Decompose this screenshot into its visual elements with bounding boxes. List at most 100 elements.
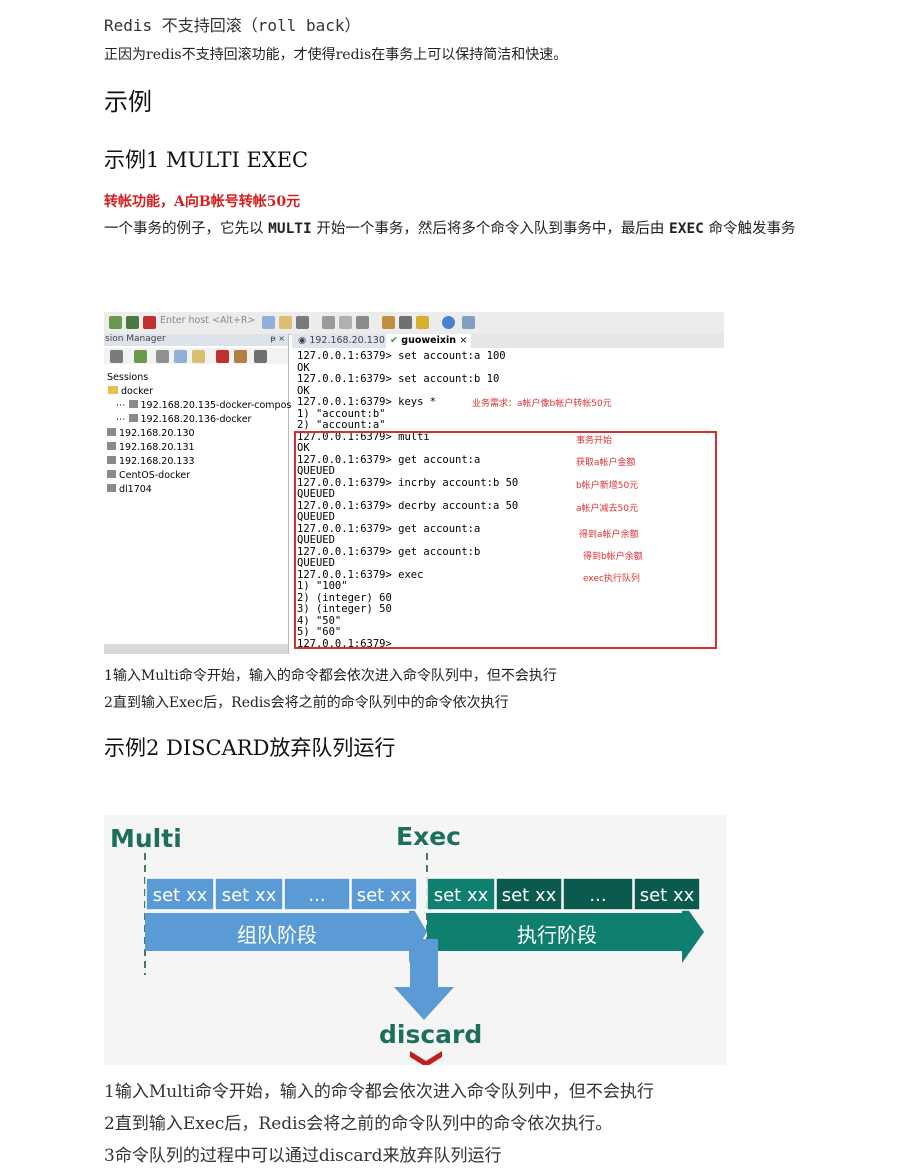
tab-192-168-20-130[interactable]: ◉ 192.168.20.130	[294, 334, 389, 348]
cut-icon[interactable]	[156, 350, 169, 363]
connect-icon[interactable]	[126, 316, 139, 329]
example2-heading: 示例2 DISCARD放弃队列运行	[104, 736, 396, 760]
exec-cell-label: set xx	[501, 885, 557, 906]
terminal-line: 127.0.0.1:6379> keys *	[297, 396, 437, 408]
tree-session[interactable]: 192.168.20.133	[107, 456, 195, 467]
delete-icon[interactable]	[216, 350, 229, 363]
print-setup-icon[interactable]	[356, 316, 369, 329]
desc-part: 命令触发事务	[703, 221, 796, 237]
connect-icon[interactable]	[110, 350, 123, 363]
annotation-requirement: 业务需求：a帐户像b帐户转帐50元	[472, 399, 612, 409]
tree-label: 192.168.20.131	[119, 442, 195, 453]
tree-session[interactable]: dl1704	[107, 484, 152, 495]
note-2: 2直到输入Exec后，Redis会将之前的命令队列中的命令依次执行	[104, 695, 509, 711]
terminal-line: 127.0.0.1:6379> set account:a 100	[297, 350, 506, 362]
copy-icon[interactable]	[174, 350, 187, 363]
session-icon	[107, 470, 116, 478]
tree-folder-docker[interactable]: docker	[108, 386, 153, 397]
terminal-line: 1) "account:b"	[297, 408, 386, 420]
multi-keyword: MULTI	[268, 221, 312, 237]
exec-cell-label: set xx	[433, 885, 489, 906]
panel-scrollbar[interactable]	[104, 644, 288, 654]
terminal-line: 2) "account:a"	[297, 419, 386, 431]
note-1: 1输入Multi命令开始，输入的命令都会依次进入命令队列中，但不会执行	[104, 668, 557, 684]
tab-guoweixin[interactable]: ✔ guoweixin ×	[386, 334, 472, 348]
check-icon: ✔	[390, 335, 398, 346]
desc-part: 开始一个事务，然后将多个命令入队到事务中，最后由	[311, 221, 669, 237]
rollback-description: 正因为redis不支持回滚功能，才使得redis在事务上可以保持简洁和快速。	[104, 47, 568, 63]
paste-icon[interactable]	[192, 350, 205, 363]
session-icon	[128, 400, 138, 408]
properties-icon[interactable]	[322, 316, 335, 329]
panel-title: sion Manager	[105, 334, 166, 344]
exec-label: Exec	[396, 822, 461, 851]
tree-session[interactable]: ⋯ 192.168.20.135-docker-compose	[116, 400, 297, 411]
highlight-box	[294, 431, 717, 649]
chevron-down-icon	[410, 1051, 442, 1065]
tree-label: 192.168.20.133	[119, 456, 195, 467]
exec-keyword: EXEC	[668, 221, 704, 237]
tree-session[interactable]: ⋯ 192.168.20.136-docker	[116, 414, 251, 425]
panel-toolbar	[104, 348, 288, 364]
tools-icon[interactable]	[399, 316, 412, 329]
tab-label: guoweixin	[401, 335, 456, 346]
disconnect-icon[interactable]	[143, 316, 156, 329]
new-icon[interactable]	[134, 350, 147, 363]
copy-icon[interactable]	[262, 316, 275, 329]
session-icon	[107, 456, 116, 464]
session-icon	[107, 442, 116, 450]
multi-label: Multi	[110, 824, 182, 853]
example1-description: 一个事务的例子，它先以 MULTI 开始一个事务，然后将多个命令入队到事务中，最…	[104, 216, 824, 243]
panel-pin-close[interactable]: ᵽ ×	[270, 334, 285, 343]
queue-cell-label: set xx	[221, 885, 277, 906]
session-tabs: ◉ 192.168.20.130 ✔ guoweixin ×	[292, 334, 724, 348]
key-icon[interactable]	[416, 316, 429, 329]
transaction-diagram: Multi Exec set xx set xx ... set xx set …	[104, 815, 726, 1065]
exec-cell-label: ...	[589, 885, 607, 906]
paste-icon[interactable]	[279, 316, 292, 329]
examples-heading: 示例	[104, 88, 152, 116]
options-icon[interactable]	[382, 316, 395, 329]
desc-part: 一个事务的例子，它先以	[104, 221, 269, 237]
tree-label: docker	[121, 386, 153, 397]
host-input[interactable]: Enter host <Alt+R>	[160, 315, 256, 329]
final-note-1: 1输入Multi命令开始，输入的命令都会依次进入命令队列中，但不会执行	[104, 1082, 654, 1102]
terminal-line: OK	[297, 362, 310, 374]
print-icon[interactable]	[339, 316, 352, 329]
session-icon	[107, 428, 116, 436]
terminal-line: 127.0.0.1:6379> set account:b 10	[297, 373, 500, 385]
example1-heading: 示例1 MULTI EXEC	[104, 148, 309, 172]
queue-phase-label: 组队阶段	[237, 923, 317, 947]
discard-label: discard	[379, 1020, 483, 1049]
session-icon	[107, 484, 116, 492]
find-icon[interactable]	[254, 350, 267, 363]
properties-icon[interactable]	[234, 350, 247, 363]
terminal-line: OK	[297, 385, 310, 397]
session-manager-panel: sion Manager ᵽ × Sessions docker ⋯ 192.16…	[104, 334, 297, 654]
tree-session[interactable]: 192.168.20.131	[107, 442, 195, 453]
find-icon[interactable]	[296, 316, 309, 329]
tree-session[interactable]: 192.168.20.130	[107, 428, 195, 439]
exec-cell-label: set xx	[639, 885, 695, 906]
queue-cell-label: set xx	[356, 885, 412, 906]
final-note-3: 3命令队列的过程中可以通过discard来放弃队列运行	[104, 1146, 502, 1166]
sessions-root[interactable]: Sessions	[107, 372, 148, 383]
queue-cell-label: ...	[308, 885, 326, 906]
queue-cell-label: set xx	[152, 885, 208, 906]
tree-label: 192.168.20.135-docker-compose	[140, 400, 298, 411]
discard-arrow	[394, 939, 454, 1020]
tree-session[interactable]: CentOS-docker	[107, 470, 190, 481]
new-session-icon[interactable]	[109, 316, 122, 329]
screen-icon[interactable]	[462, 316, 475, 329]
tree-label: 192.168.20.136-docker	[140, 414, 252, 425]
folder-icon	[108, 386, 118, 394]
tab-label: 192.168.20.130	[309, 335, 385, 346]
close-icon[interactable]: ×	[459, 335, 467, 346]
exec-phase-label: 执行阶段	[517, 923, 597, 947]
tree-label: CentOS-docker	[119, 470, 191, 481]
rollback-title: Redis 不支持回滚（roll back）	[104, 16, 361, 35]
tree-label: 192.168.20.130	[119, 428, 195, 439]
session-icon	[128, 414, 138, 422]
help-icon[interactable]	[442, 316, 455, 329]
transfer-title: 转帐功能，A向B帐号转帐50元	[104, 194, 301, 210]
